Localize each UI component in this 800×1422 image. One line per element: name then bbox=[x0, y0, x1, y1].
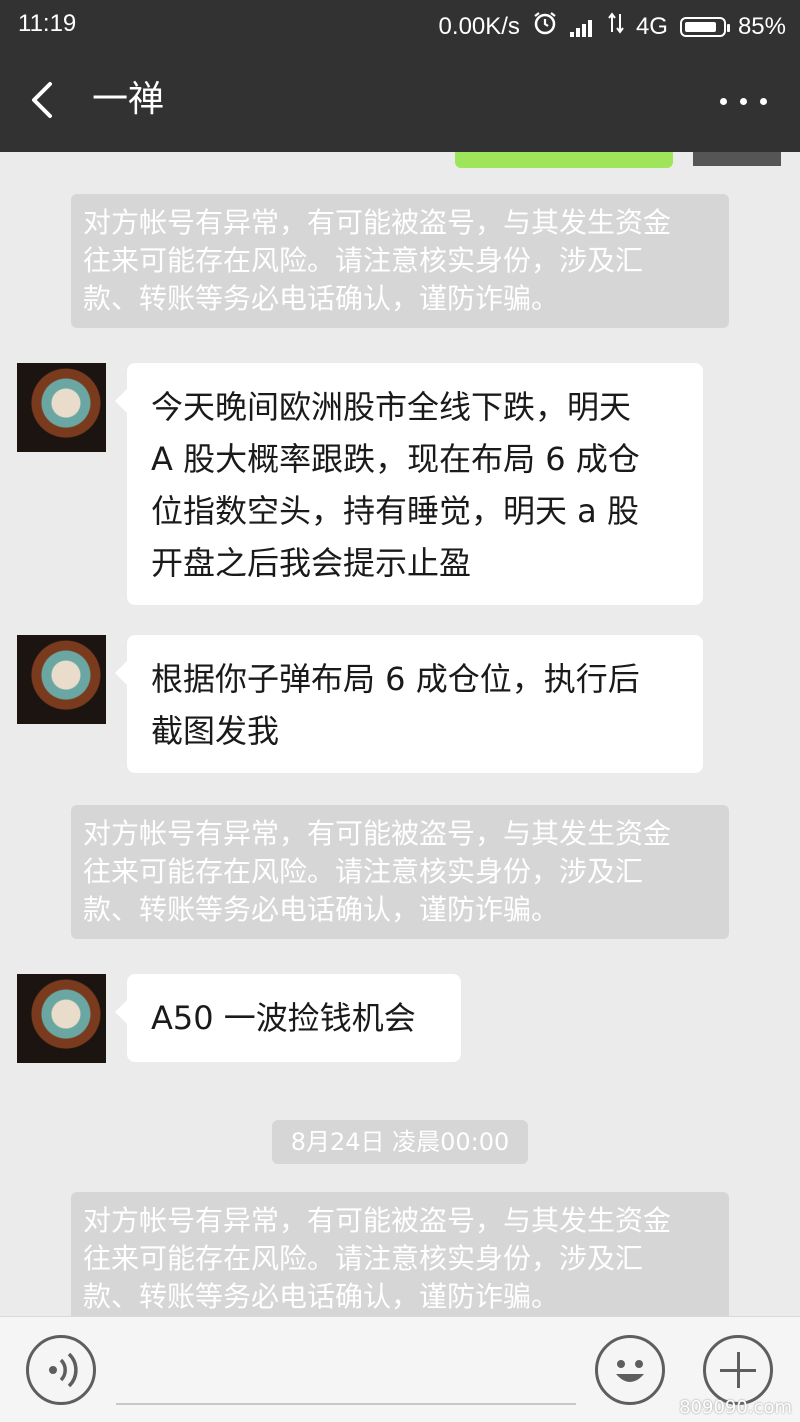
status-time: 11:19 bbox=[18, 10, 77, 37]
note-line: 款、转账等务必电话确认，谨防诈骗。 bbox=[83, 893, 560, 926]
battery-percent: 85% bbox=[737, 12, 786, 40]
message-line: 开盘之后我会提示止盈 bbox=[151, 544, 472, 582]
message-line: A 股大概率跟跌，现在布局 6 成仓 bbox=[151, 440, 640, 478]
back-button[interactable] bbox=[22, 74, 66, 126]
data-arrows-icon bbox=[608, 12, 624, 41]
voice-icon bbox=[49, 1352, 78, 1388]
contact-avatar[interactable] bbox=[17, 363, 106, 452]
signal-icon bbox=[569, 17, 596, 37]
note-line: 对方帐号有异常，有可能被盗号，与其发生资金 bbox=[83, 1204, 672, 1237]
chat-title: 一禅 bbox=[92, 79, 165, 120]
message-line: 根据你子弹布局 6 成仓位，执行后 bbox=[151, 660, 640, 698]
chat-header: 一禅 bbox=[0, 48, 800, 152]
emoji-icon bbox=[616, 1360, 644, 1382]
message-line: 位指数空头，持有睡觉，明天 a 股 bbox=[151, 492, 639, 530]
contact-avatar[interactable] bbox=[17, 635, 106, 724]
status-bar: 11:19 0.00K/s 4G 85% bbox=[0, 0, 800, 48]
watermark-text: 809090.com bbox=[679, 1397, 792, 1418]
note-line: 款、转账等务必电话确认，谨防诈骗。 bbox=[83, 1280, 560, 1313]
security-warning-note: 对方帐号有异常，有可能被盗号，与其发生资金 往来可能存在风险。请注意核实身份，涉… bbox=[71, 1192, 729, 1316]
network-type: 4G bbox=[635, 12, 668, 40]
status-right-group: 0.00K/s 4G 85% bbox=[439, 10, 786, 43]
network-speed: 0.00K/s bbox=[438, 12, 520, 40]
emoji-button[interactable] bbox=[595, 1335, 665, 1405]
note-line: 款、转账等务必电话确认，谨防诈骗。 bbox=[83, 282, 560, 315]
note-line: 往来可能存在风险。请注意核实身份，涉及汇 bbox=[83, 1242, 644, 1275]
message-input[interactable] bbox=[116, 1403, 576, 1405]
alarm-icon bbox=[532, 10, 558, 43]
message-bubble[interactable]: 今天晚间欧洲股市全线下跌，明天 A 股大概率跟跌，现在布局 6 成仓 位指数空头… bbox=[115, 363, 703, 605]
more-button[interactable] bbox=[714, 74, 774, 126]
battery-icon bbox=[679, 16, 730, 37]
contact-avatar[interactable] bbox=[17, 974, 106, 1063]
note-line: 对方帐号有异常，有可能被盗号，与其发生资金 bbox=[83, 206, 672, 239]
message-bubble[interactable]: A50 一波捡钱机会 bbox=[115, 974, 461, 1062]
note-line: 往来可能存在风险。请注意核实身份，涉及汇 bbox=[83, 244, 644, 277]
input-bar: 809090.com bbox=[0, 1316, 800, 1422]
message-list[interactable]: 对方帐号有异常，有可能被盗号，与其发生资金 往来可能存在风险。请注意核实身份，涉… bbox=[0, 152, 800, 1316]
partial-self-avatar bbox=[693, 152, 781, 166]
message-line: 今天晚间欧洲股市全线下跌，明天 bbox=[151, 388, 632, 426]
partial-sent-bubble bbox=[455, 152, 673, 168]
security-warning-note: 对方帐号有异常，有可能被盗号，与其发生资金 往来可能存在风险。请注意核实身份，涉… bbox=[71, 805, 729, 939]
message-timestamp: 8月24日 凌晨00:00 bbox=[272, 1120, 528, 1164]
note-line: 对方帐号有异常，有可能被盗号，与其发生资金 bbox=[83, 817, 672, 850]
security-warning-note: 对方帐号有异常，有可能被盗号，与其发生资金 往来可能存在风险。请注意核实身份，涉… bbox=[71, 194, 729, 328]
message-line: 截图发我 bbox=[151, 712, 280, 750]
message-bubble[interactable]: 根据你子弹布局 6 成仓位，执行后 截图发我 bbox=[115, 635, 703, 773]
note-line: 往来可能存在风险。请注意核实身份，涉及汇 bbox=[83, 855, 644, 888]
battery-fill bbox=[684, 21, 716, 32]
message-line: A50 一波捡钱机会 bbox=[151, 999, 416, 1037]
back-arrow-icon bbox=[32, 82, 52, 118]
plus-button[interactable] bbox=[703, 1335, 773, 1405]
voice-button[interactable] bbox=[26, 1335, 96, 1405]
